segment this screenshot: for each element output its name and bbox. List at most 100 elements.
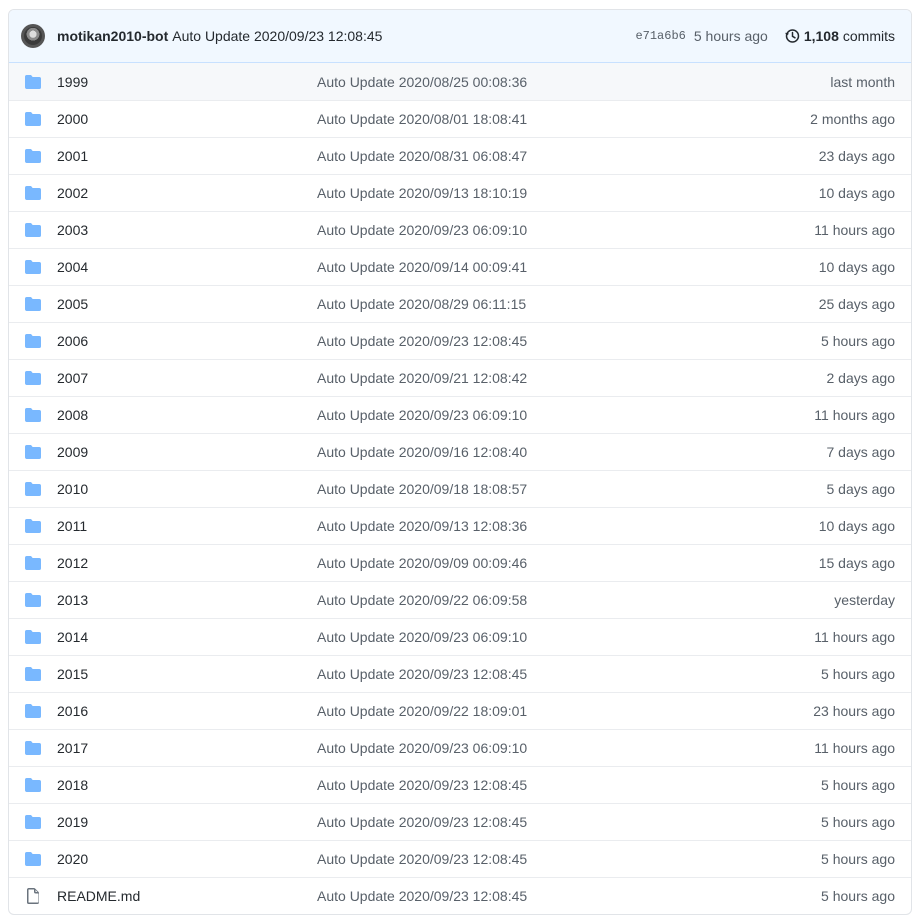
folder-icon xyxy=(25,593,41,607)
file-commit-message[interactable]: Auto Update 2020/09/23 12:08:45 xyxy=(317,814,775,830)
file-row[interactable]: 2009 Auto Update 2020/09/16 12:08:40 7 day… xyxy=(9,433,911,470)
file-name[interactable]: 2001 xyxy=(57,148,317,164)
history-icon xyxy=(785,29,800,43)
file-commit-message[interactable]: Auto Update 2020/09/23 06:09:10 xyxy=(317,222,775,238)
file-commit-age: 15 days ago xyxy=(818,555,895,571)
file-commit-age: 5 hours ago xyxy=(821,666,895,682)
file-row[interactable]: 2000 Auto Update 2020/08/01 18:08:41 2 mon… xyxy=(9,100,911,137)
file-commit-message[interactable]: Auto Update 2020/09/18 18:08:57 xyxy=(317,481,775,497)
file-name[interactable]: 2005 xyxy=(57,296,317,312)
file-name[interactable]: 2009 xyxy=(57,444,317,460)
file-name[interactable]: 2013 xyxy=(57,592,317,608)
file-row[interactable]: 2010 Auto Update 2020/09/18 18:08:57 5 day… xyxy=(9,470,911,507)
file-name[interactable]: 2020 xyxy=(57,851,317,867)
file-commit-message[interactable]: Auto Update 2020/08/31 06:08:47 xyxy=(317,148,775,164)
file-name[interactable]: 2016 xyxy=(57,703,317,719)
file-row[interactable]: 2017 Auto Update 2020/09/23 06:09:10 11 ho… xyxy=(9,729,911,766)
file-commit-age: 23 hours ago xyxy=(813,703,895,719)
file-commit-message[interactable]: Auto Update 2020/09/23 06:09:10 xyxy=(317,629,775,645)
commit-age: 5 hours ago xyxy=(693,28,768,44)
file-row[interactable]: 2006 Auto Update 2020/09/23 12:08:45 5 hou… xyxy=(9,322,911,359)
file-commit-message[interactable]: Auto Update 2020/09/23 12:08:45 xyxy=(317,777,775,793)
file-row[interactable]: 2019 Auto Update 2020/09/23 12:08:45 5 hou… xyxy=(9,803,911,840)
file-name[interactable]: 2008 xyxy=(57,407,317,423)
file-row[interactable]: 2004 Auto Update 2020/09/14 00:09:41 10 da… xyxy=(9,248,911,285)
folder-icon xyxy=(25,260,41,274)
folder-icon xyxy=(25,704,41,718)
file-name[interactable]: 2003 xyxy=(57,222,317,238)
folder-icon xyxy=(25,778,41,792)
file-commit-age: 5 hours ago xyxy=(821,851,895,867)
file-name[interactable]: 2015 xyxy=(57,666,317,682)
file-commit-message[interactable]: Auto Update 2020/09/23 12:08:45 xyxy=(317,851,775,867)
file-name[interactable]: README.md xyxy=(57,888,317,904)
folder-icon xyxy=(25,408,41,422)
file-commit-message[interactable]: Auto Update 2020/08/01 18:08:41 xyxy=(317,111,775,127)
commit-message[interactable]: Auto Update 2020/09/23 12:08:45 xyxy=(172,28,382,44)
file-commit-age: 11 hours ago xyxy=(814,407,895,423)
file-commit-age: 5 days ago xyxy=(826,481,896,497)
file-row[interactable]: 2011 Auto Update 2020/09/13 12:08:36 10 da… xyxy=(9,507,911,544)
folder-icon xyxy=(25,482,41,496)
file-commit-age: 5 hours ago xyxy=(821,333,895,349)
file-name[interactable]: 2012 xyxy=(57,555,317,571)
file-commit-message[interactable]: Auto Update 2020/09/14 00:09:41 xyxy=(317,259,775,275)
file-row[interactable]: 2012 Auto Update 2020/09/09 00:09:46 15 da… xyxy=(9,544,911,581)
folder-icon xyxy=(25,445,41,459)
file-list: 1999 Auto Update 2020/08/25 00:08:36 last … xyxy=(9,63,911,914)
file-row[interactable]: 2001 Auto Update 2020/08/31 06:08:47 23 da… xyxy=(9,137,911,174)
file-name[interactable]: 2018 xyxy=(57,777,317,793)
file-commit-message[interactable]: Auto Update 2020/09/13 12:08:36 xyxy=(317,518,775,534)
file-row[interactable]: 2013 Auto Update 2020/09/22 06:09:58 yeste… xyxy=(9,581,911,618)
file-name[interactable]: 2006 xyxy=(57,333,317,349)
file-row[interactable]: 2007 Auto Update 2020/09/21 12:08:42 2 day… xyxy=(9,359,911,396)
commit-count: 1,108 xyxy=(803,28,839,44)
file-commit-message[interactable]: Auto Update 2020/09/23 06:09:10 xyxy=(317,740,775,756)
file-commit-message[interactable]: Auto Update 2020/09/23 12:08:45 xyxy=(317,888,775,904)
folder-icon xyxy=(25,334,41,348)
file-row[interactable]: 2016 Auto Update 2020/09/22 18:09:01 23 ho… xyxy=(9,692,911,729)
file-commit-message[interactable]: Auto Update 2020/09/21 12:08:42 xyxy=(317,370,775,386)
file-row[interactable]: 1999 Auto Update 2020/08/25 00:08:36 last … xyxy=(9,63,911,100)
file-commit-message[interactable]: Auto Update 2020/09/22 18:09:01 xyxy=(317,703,775,719)
file-commit-age: last month xyxy=(830,73,895,90)
file-row[interactable]: 2008 Auto Update 2020/09/23 06:09:10 11 ho… xyxy=(9,396,911,433)
file-name[interactable]: 2019 xyxy=(57,814,317,830)
file-commit-message[interactable]: Auto Update 2020/09/16 12:08:40 xyxy=(317,444,775,460)
file-row[interactable]: 2003 Auto Update 2020/09/23 06:09:10 11 ho… xyxy=(9,211,911,248)
file-name[interactable]: 2002 xyxy=(57,185,317,201)
folder-icon xyxy=(25,741,41,755)
file-name[interactable]: 2007 xyxy=(57,370,317,386)
file-commit-message[interactable]: Auto Update 2020/08/25 00:08:36 xyxy=(317,74,775,90)
file-name[interactable]: 2000 xyxy=(57,111,317,127)
file-commit-message[interactable]: Auto Update 2020/08/29 06:11:15 xyxy=(317,296,775,312)
file-name[interactable]: 2014 xyxy=(57,629,317,645)
file-row[interactable]: 2002 Auto Update 2020/09/13 18:10:19 10 da… xyxy=(9,174,911,211)
file-commit-message[interactable]: Auto Update 2020/09/23 12:08:45 xyxy=(317,333,775,349)
file-row[interactable]: 2014 Auto Update 2020/09/23 06:09:10 11 ho… xyxy=(9,618,911,655)
folder-icon xyxy=(25,852,41,866)
file-row[interactable]: README.md Auto Update 2020/09/23 12:08:45… xyxy=(9,877,911,914)
commits-link[interactable]: 1,108 commits xyxy=(784,28,895,44)
file-name[interactable]: 1999 xyxy=(57,74,317,90)
file-row[interactable]: 2015 Auto Update 2020/09/23 12:08:45 5 hou… xyxy=(9,655,911,692)
file-commit-message[interactable]: Auto Update 2020/09/09 00:09:46 xyxy=(317,555,775,571)
commit-sha[interactable]: e71a6b6 xyxy=(635,29,685,43)
file-name[interactable]: 2004 xyxy=(57,259,317,275)
file-name[interactable]: 2017 xyxy=(57,740,317,756)
file-commit-message[interactable]: Auto Update 2020/09/23 12:08:45 xyxy=(317,666,775,682)
file-row[interactable]: 2020 Auto Update 2020/09/23 12:08:45 5 hou… xyxy=(9,840,911,877)
avatar[interactable] xyxy=(21,24,45,48)
file-name[interactable]: 2011 xyxy=(57,518,317,534)
file-row[interactable]: 2005 Auto Update 2020/08/29 06:11:15 25 da… xyxy=(9,285,911,322)
file-row[interactable]: 2018 Auto Update 2020/09/23 12:08:45 5 hou… xyxy=(9,766,911,803)
file-commit-message[interactable]: Auto Update 2020/09/23 06:09:10 xyxy=(317,407,775,423)
file-name[interactable]: 2010 xyxy=(57,481,317,497)
file-commit-message[interactable]: Auto Update 2020/09/13 18:10:19 xyxy=(317,185,775,201)
file-commit-age: 11 hours ago xyxy=(814,222,895,238)
file-commit-message[interactable]: Auto Update 2020/09/22 06:09:58 xyxy=(317,592,775,608)
folder-icon xyxy=(25,667,41,681)
file-icon xyxy=(27,888,39,904)
file-commit-age: 5 hours ago xyxy=(821,888,895,904)
commit-author[interactable]: motikan2010-bot xyxy=(57,28,168,44)
